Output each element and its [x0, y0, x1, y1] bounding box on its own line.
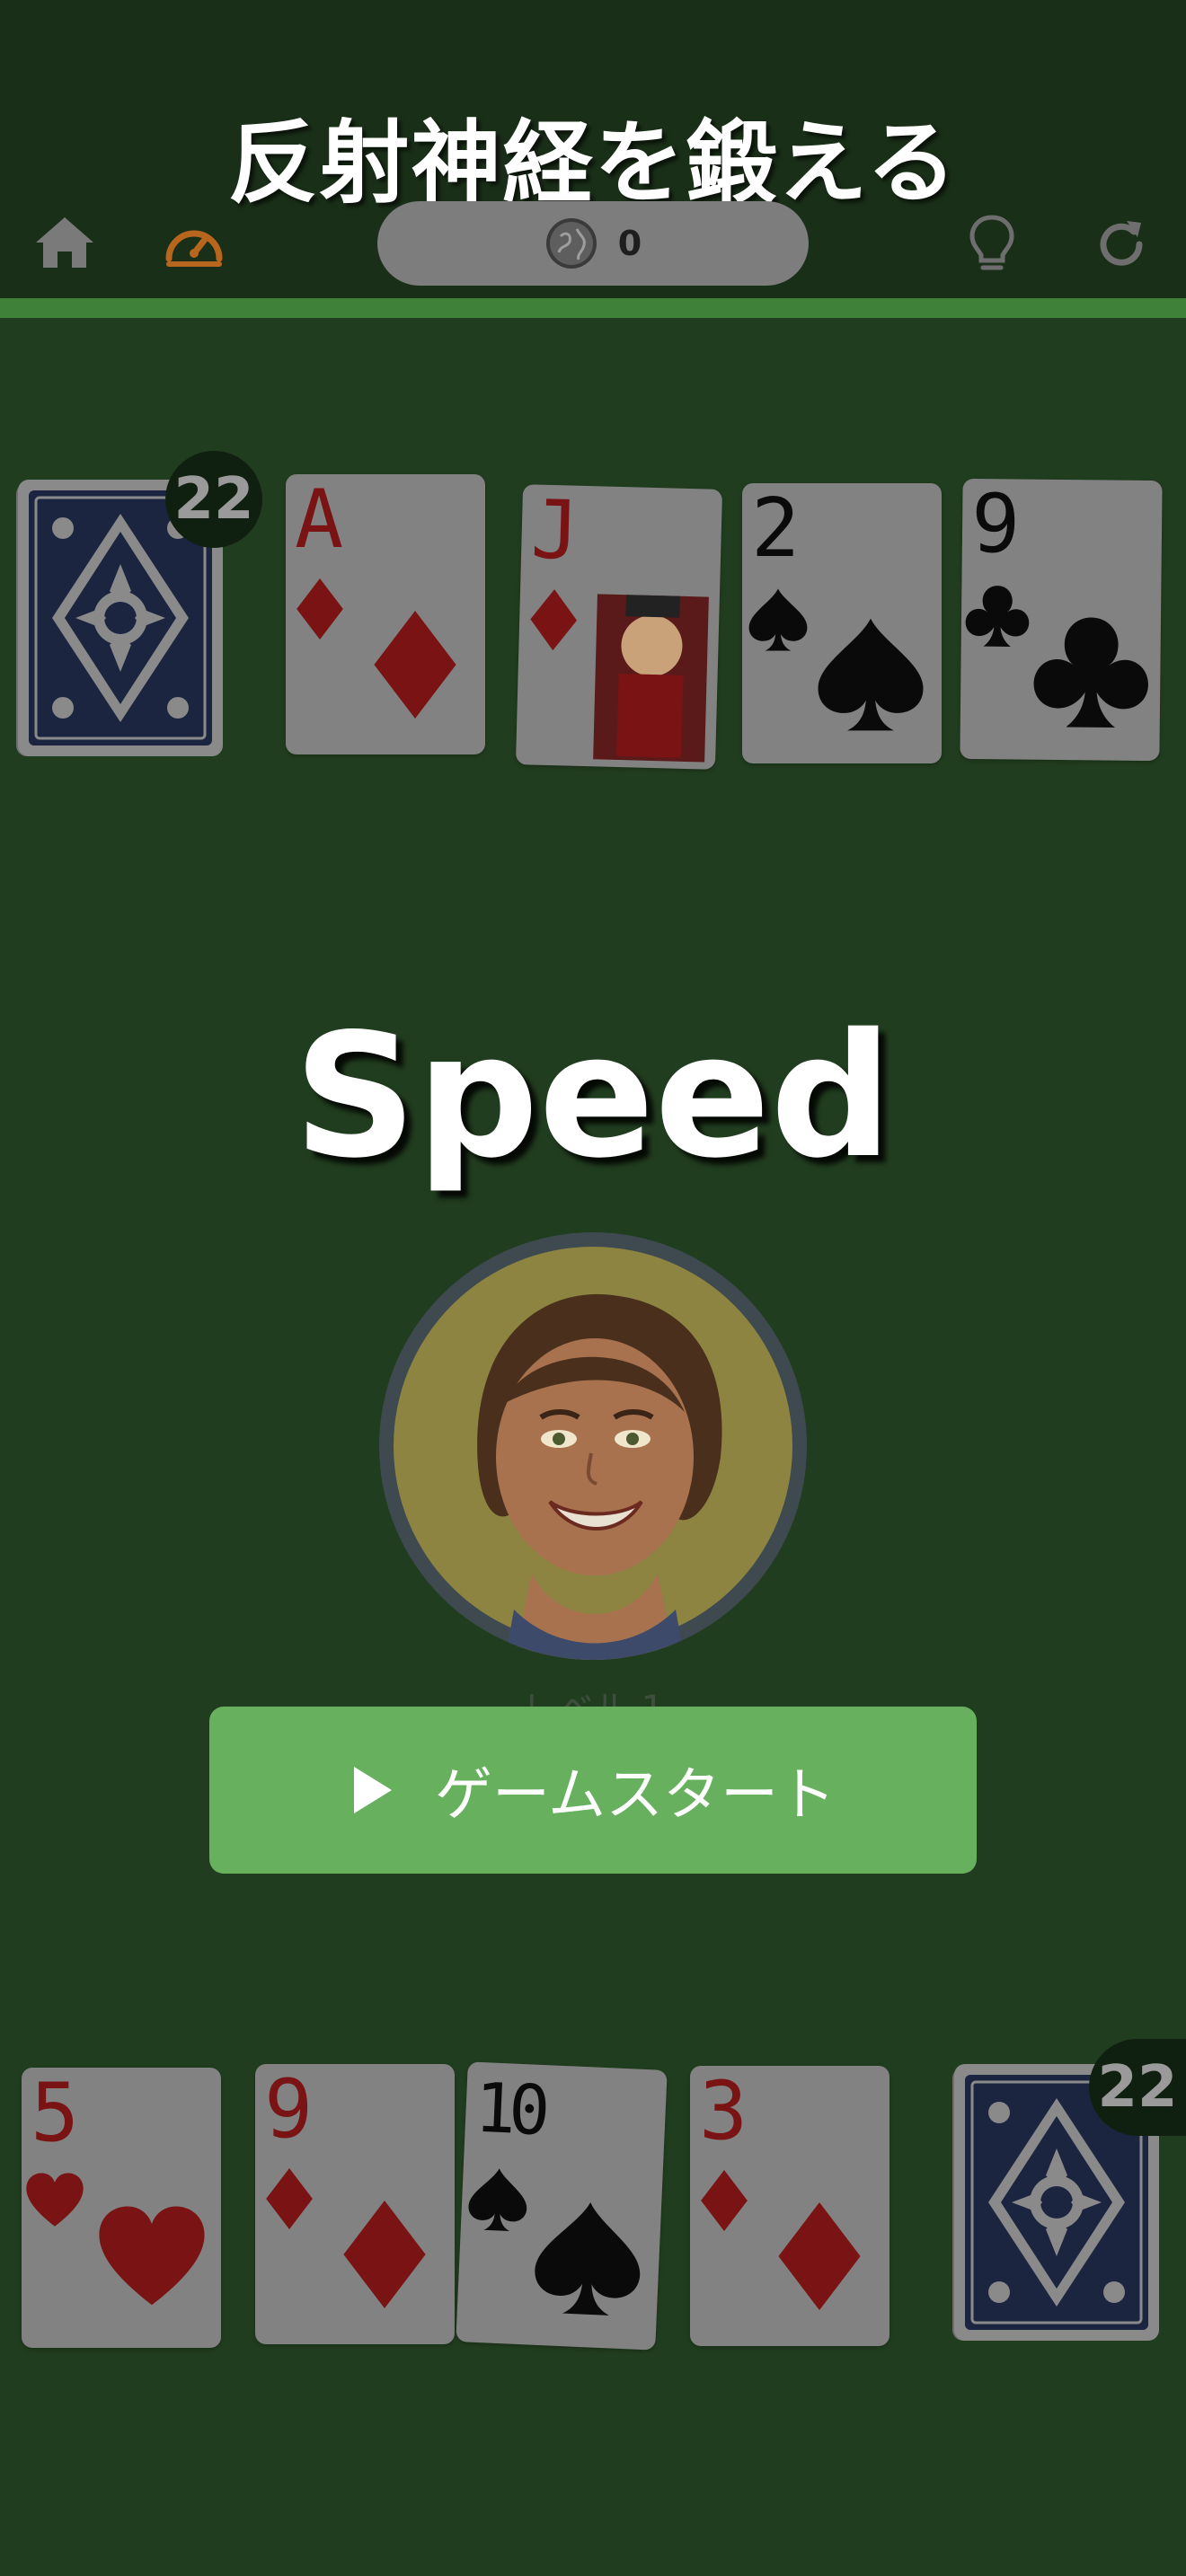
jack-face-icon: [529, 588, 709, 763]
club-icon: [965, 585, 1149, 728]
opponent-avatar: [379, 1232, 807, 1660]
player-card-3[interactable]: 10: [456, 2061, 668, 2351]
spade-icon: [748, 588, 924, 731]
opponent-card-4[interactable]: 9: [960, 478, 1163, 762]
diamond-icon: [701, 2170, 861, 2310]
heart-icon: [26, 2173, 205, 2306]
play-icon: [353, 1767, 392, 1813]
speedometer-icon[interactable]: [158, 208, 230, 280]
globe-coin-icon: [545, 218, 597, 269]
lightbulb-icon[interactable]: [956, 208, 1028, 280]
player-card-2[interactable]: 9: [255, 2064, 455, 2344]
progress-bar: [0, 298, 1186, 318]
opponent-card-2[interactable]: J: [515, 484, 723, 770]
start-game-label: ゲームスタート: [434, 1762, 836, 1829]
coin-counter: 0: [377, 201, 809, 286]
diamond-icon: [296, 578, 456, 719]
refresh-icon[interactable]: [1085, 208, 1157, 280]
player-card-4[interactable]: 3: [690, 2066, 890, 2346]
start-game-button[interactable]: ゲームスタート: [209, 1707, 977, 1874]
home-icon[interactable]: [29, 208, 101, 280]
opponent-deck-count: 22: [165, 451, 262, 548]
progress-fill: [0, 298, 1186, 318]
opponent-card-3[interactable]: 2: [742, 483, 942, 763]
game-title: Speed: [293, 997, 893, 1195]
diamond-icon: [266, 2168, 426, 2308]
spade-icon: [467, 2166, 643, 2317]
opponent-card-1[interactable]: A: [286, 474, 485, 754]
coin-count: 0: [617, 224, 642, 263]
player-deck-count: 22: [1089, 2039, 1186, 2136]
player-card-1[interactable]: 5: [22, 2068, 221, 2348]
